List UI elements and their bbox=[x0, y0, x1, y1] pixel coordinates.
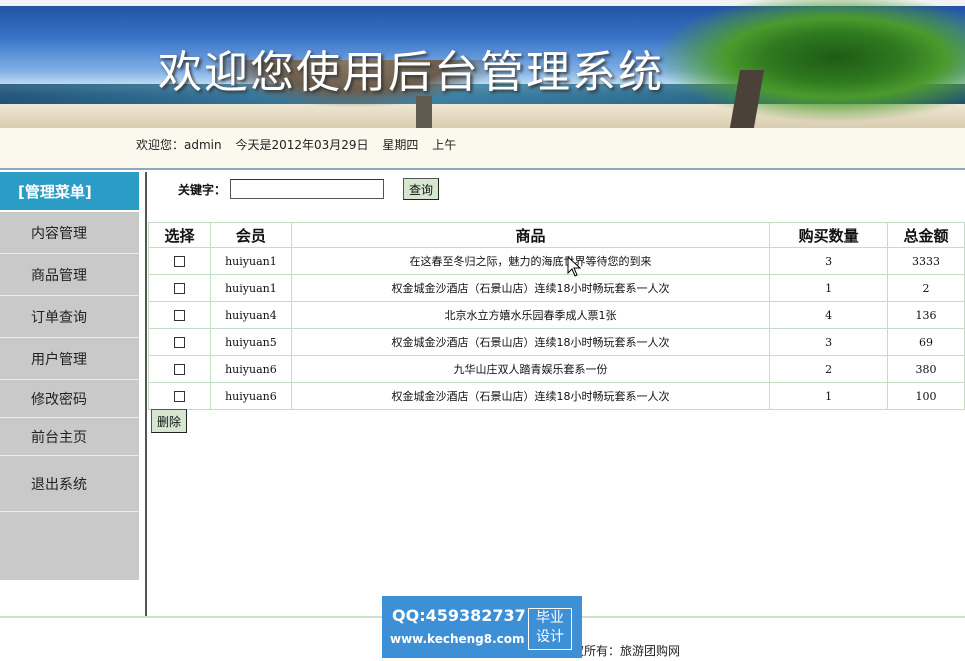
row-select-cell bbox=[148, 355, 211, 383]
sidebar-item-users[interactable]: 用户管理 bbox=[0, 338, 139, 380]
banner-palm-leaves bbox=[640, 0, 965, 128]
watermark-tag: 毕业 设计 bbox=[528, 608, 572, 650]
table-row: huiyuan4 北京水立方嬉水乐园春季成人票1张 4 136 bbox=[148, 301, 965, 329]
table-row: huiyuan5 权金城金沙酒店（石景山店）连续18小时畅玩套系一人次 3 69 bbox=[148, 328, 965, 356]
col-header-total: 总金额 bbox=[887, 222, 965, 248]
search-button[interactable]: 查询 bbox=[403, 178, 440, 200]
product-cell: 北京水立方嬉水乐园春季成人票1张 bbox=[290, 301, 771, 329]
total-cell: 3333 bbox=[887, 247, 965, 275]
main-content: 关键字： 查询 选择 会员 商品 购买数量 总金额 huiyuan1 在这春至冬… bbox=[148, 172, 965, 612]
product-cell: 九华山庄双人踏青娱乐套系一份 bbox=[290, 355, 771, 383]
quantity-cell: 4 bbox=[769, 301, 889, 329]
orders-table: 选择 会员 商品 购买数量 总金额 huiyuan1 在这春至冬归之际，魅力的海… bbox=[148, 222, 965, 410]
watermark-badge: QQ:459382737 www.kecheng8.com 毕业 设计 bbox=[382, 596, 582, 658]
watermark-tag-line1: 毕业 bbox=[536, 610, 564, 626]
member-cell: huiyuan4 bbox=[209, 301, 292, 329]
welcome-bar: 欢迎您：admin 今天是2012年03月29日 星期四 上午 bbox=[0, 128, 965, 170]
quantity-cell: 2 bbox=[769, 355, 889, 383]
row-select-cell bbox=[148, 274, 211, 302]
row-checkbox[interactable] bbox=[173, 283, 185, 294]
total-cell: 100 bbox=[887, 382, 965, 410]
quantity-cell: 3 bbox=[769, 328, 889, 356]
quantity-cell: 1 bbox=[769, 382, 889, 410]
footer-copyright: 权所有：旅游团购网 bbox=[572, 644, 681, 658]
welcome-weekday: 星期四 bbox=[382, 138, 419, 152]
total-cell: 2 bbox=[887, 274, 965, 302]
quantity-cell: 3 bbox=[769, 247, 889, 275]
total-cell: 69 bbox=[887, 328, 965, 356]
table-row: huiyuan6 九华山庄双人踏青娱乐套系一份 2 380 bbox=[148, 355, 965, 383]
header-banner: 欢迎您使用后台管理系统 bbox=[0, 0, 965, 128]
product-cell: 权金城金沙酒店（石景山店）连续18小时畅玩套系一人次 bbox=[290, 328, 771, 356]
member-cell: huiyuan1 bbox=[209, 247, 292, 275]
sidebar-item-products[interactable]: 商品管理 bbox=[0, 254, 139, 296]
row-select-cell bbox=[148, 382, 211, 410]
banner-title: 欢迎您使用后台管理系统 bbox=[158, 47, 664, 98]
table-row: huiyuan1 权金城金沙酒店（石景山店）连续18小时畅玩套系一人次 1 2 bbox=[148, 274, 965, 302]
total-cell: 380 bbox=[887, 355, 965, 383]
table-row: huiyuan1 在这春至冬归之际，魅力的海底世界等待您的到来 3 3333 bbox=[148, 247, 965, 275]
sidebar-item-orders[interactable]: 订单查询 bbox=[0, 296, 139, 338]
col-header-select: 选择 bbox=[148, 222, 211, 248]
quantity-cell: 1 bbox=[769, 274, 889, 302]
banner-hut-pole bbox=[416, 96, 432, 128]
row-checkbox[interactable] bbox=[173, 337, 185, 348]
member-cell: huiyuan6 bbox=[209, 355, 292, 383]
search-bar: 关键字： 查询 bbox=[178, 178, 440, 200]
search-input[interactable] bbox=[230, 179, 385, 199]
search-label: 关键字： bbox=[178, 182, 227, 197]
product-cell: 在这春至冬归之际，魅力的海底世界等待您的到来 bbox=[290, 247, 771, 275]
col-header-member: 会员 bbox=[209, 222, 292, 248]
sidebar-item-logout[interactable]: 退出系统 bbox=[0, 456, 139, 512]
sidebar-item-password[interactable]: 修改密码 bbox=[0, 380, 139, 418]
watermark-qq: QQ:459382737 bbox=[392, 606, 526, 625]
watermark-tag-line2: 设计 bbox=[536, 629, 564, 645]
welcome-period: 上午 bbox=[432, 138, 457, 152]
row-select-cell bbox=[148, 301, 211, 329]
col-header-product: 商品 bbox=[290, 222, 771, 248]
watermark-site: www.kecheng8.com bbox=[390, 632, 525, 646]
sidebar-divider bbox=[145, 172, 147, 618]
total-cell: 136 bbox=[887, 301, 965, 329]
sidebar-header: [管理菜单] bbox=[0, 172, 139, 212]
member-cell: huiyuan1 bbox=[209, 274, 292, 302]
row-checkbox[interactable] bbox=[173, 391, 185, 402]
delete-button[interactable]: 删除 bbox=[151, 409, 188, 433]
product-cell: 权金城金沙酒店（石景山店）连续18小时畅玩套系一人次 bbox=[290, 274, 771, 302]
row-checkbox[interactable] bbox=[173, 364, 185, 375]
welcome-date: 今天是2012年03月29日 bbox=[235, 138, 369, 152]
sidebar-menu: [管理菜单] 内容管理 商品管理 订单查询 用户管理 修改密码 前台主页 退出系… bbox=[0, 172, 139, 580]
row-checkbox[interactable] bbox=[173, 256, 185, 267]
welcome-greeting: 欢迎您：admin bbox=[136, 138, 222, 152]
mouse-cursor-icon bbox=[567, 256, 582, 277]
sidebar-item-frontpage[interactable]: 前台主页 bbox=[0, 418, 139, 456]
row-select-cell bbox=[148, 247, 211, 275]
sidebar-item-content[interactable]: 内容管理 bbox=[0, 212, 139, 254]
col-header-quantity: 购买数量 bbox=[769, 222, 889, 248]
table-row: huiyuan6 权金城金沙酒店（石景山店）连续18小时畅玩套系一人次 1 10… bbox=[148, 382, 965, 410]
row-checkbox[interactable] bbox=[173, 310, 185, 321]
welcome-text: 欢迎您：admin 今天是2012年03月29日 星期四 上午 bbox=[136, 136, 466, 153]
table-header-row: 选择 会员 商品 购买数量 总金额 bbox=[148, 222, 965, 248]
row-select-cell bbox=[148, 328, 211, 356]
member-cell: huiyuan6 bbox=[209, 382, 292, 410]
product-cell: 权金城金沙酒店（石景山店）连续18小时畅玩套系一人次 bbox=[290, 382, 771, 410]
member-cell: huiyuan5 bbox=[209, 328, 292, 356]
